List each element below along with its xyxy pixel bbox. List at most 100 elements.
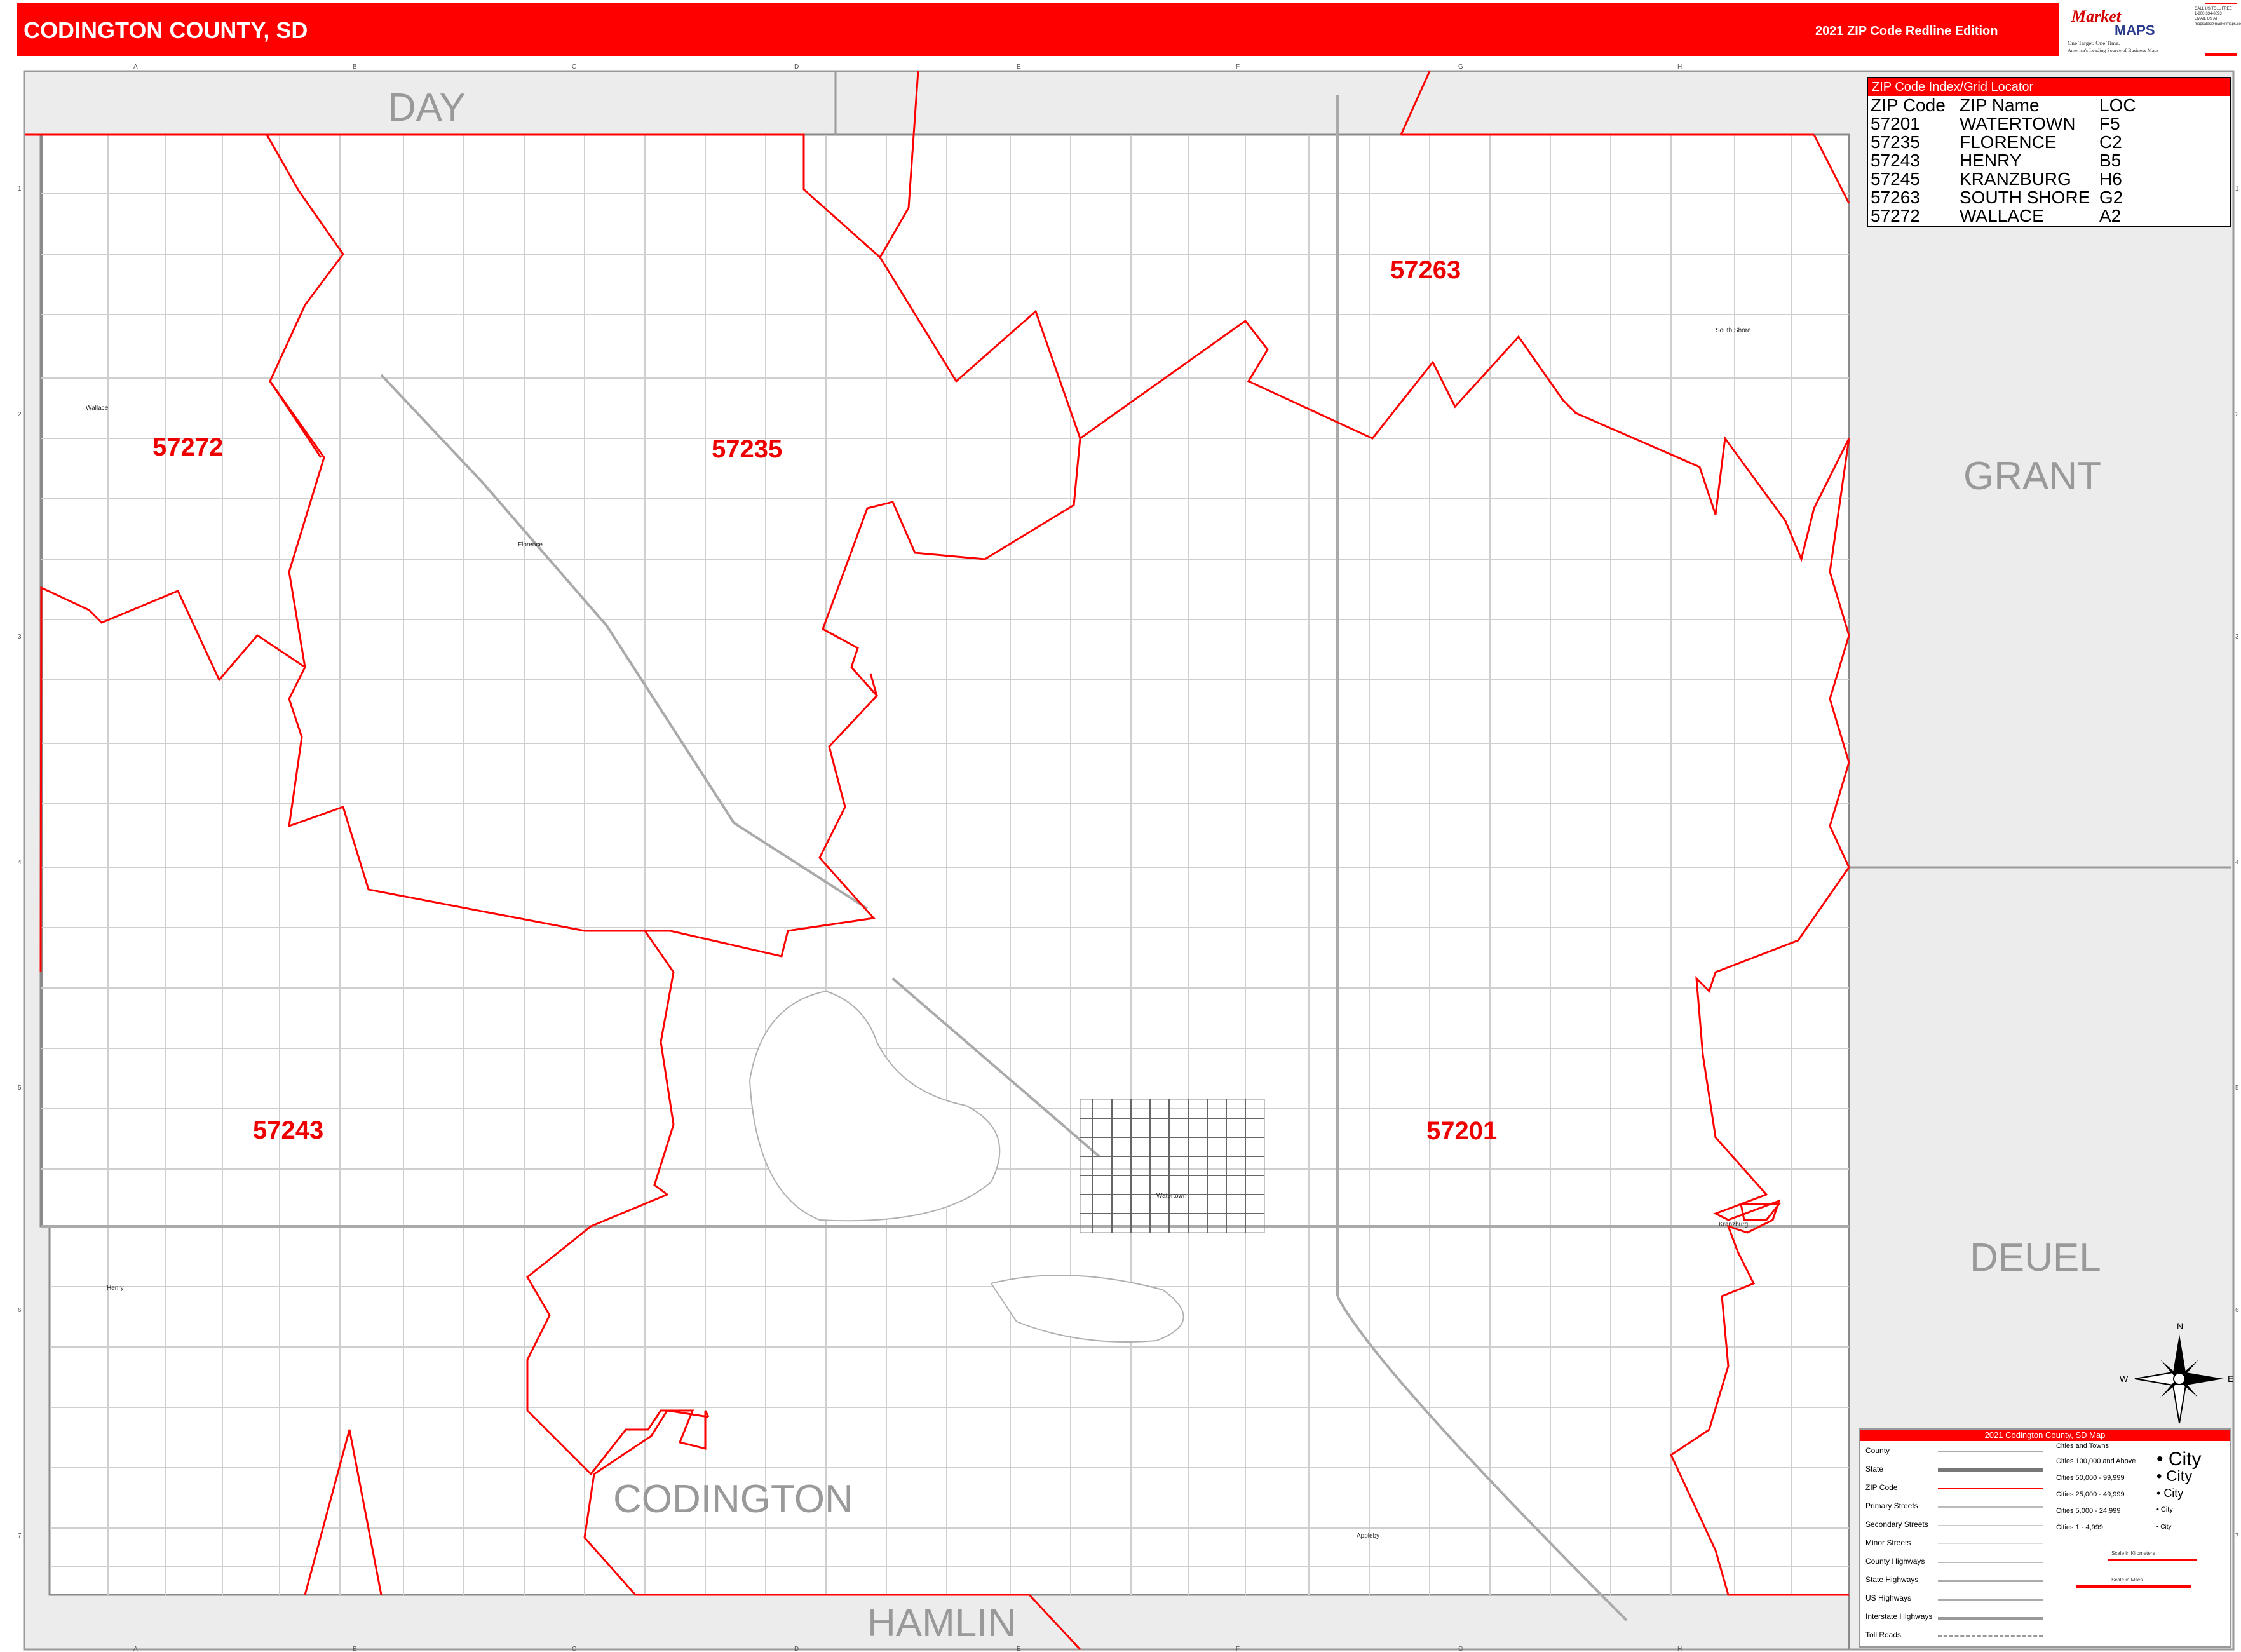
legend-line-toll bbox=[1938, 1635, 2043, 1637]
scale-mi-bar bbox=[2076, 1585, 2191, 1588]
zip-index-table: ZIP Code ZIP Name LOC 57201 WATERTOWN F5… bbox=[1871, 96, 2156, 225]
grid-row-label: 5 bbox=[2235, 1085, 2239, 1092]
zip-index-panel: ZIP Code Index/Grid Locator ZIP Code ZIP… bbox=[1867, 77, 2231, 227]
grid-col-label: F bbox=[1236, 64, 1240, 71]
grid-row-label: 5 bbox=[18, 1085, 22, 1092]
place-label-south-shore: South Shore bbox=[1716, 327, 1751, 334]
grid-col-label: E bbox=[1017, 64, 1021, 71]
place-label-henry: Henry bbox=[107, 1285, 124, 1292]
index-header-loc: LOC bbox=[2099, 95, 2136, 115]
legend-minor: Minor Streets bbox=[1865, 1538, 1911, 1547]
zip-label-57201: 57201 bbox=[1426, 1117, 1497, 1145]
svg-text:E: E bbox=[2228, 1374, 2233, 1384]
legend-line-county bbox=[1938, 1451, 2043, 1452]
legend-city-class: Cities 50,000 - 99,999 bbox=[2056, 1474, 2125, 1482]
grid-col-label: F bbox=[1236, 1646, 1240, 1652]
place-label-watertown: Watertown bbox=[1156, 1193, 1186, 1200]
legend-secondary: Secondary Streets bbox=[1865, 1520, 1928, 1529]
grid-row-label: 4 bbox=[2235, 859, 2239, 866]
legend-title: 2021 Codington County, SD Map bbox=[1860, 1430, 2230, 1441]
zip-index-row: 57201 WATERTOWN F5 bbox=[1871, 114, 2120, 133]
zip-index-title: ZIP Code Index/Grid Locator bbox=[1868, 78, 2230, 96]
grid-col-label: B bbox=[353, 64, 357, 71]
grid-row-label: 2 bbox=[2235, 411, 2239, 418]
legend-line-interstate bbox=[1938, 1617, 2043, 1620]
place-label-wallace: Wallace bbox=[86, 405, 109, 412]
zip-index-header-row: ZIP Code ZIP Name LOC bbox=[1871, 96, 2156, 114]
legend-line-zip bbox=[1938, 1488, 2043, 1489]
legend-primary: Primary Streets bbox=[1865, 1501, 1918, 1510]
zip-index-row: 57243 HENRY B5 bbox=[1871, 151, 2122, 170]
scale-km-bar bbox=[2108, 1559, 2197, 1561]
legend-city-sample: • City bbox=[2156, 1487, 2184, 1500]
grid-col-label: H bbox=[1677, 1646, 1682, 1652]
grid-row-label: 1 bbox=[18, 186, 22, 193]
legend-city-sample: • City bbox=[2156, 1449, 2202, 1470]
zip-label-57263: 57263 bbox=[1390, 256, 1461, 284]
grid-col-label: D bbox=[794, 1646, 799, 1652]
grid-col-label: G bbox=[1458, 64, 1463, 71]
grid-row-label: 6 bbox=[2235, 1307, 2239, 1314]
place-label-appleby: Appleby bbox=[1357, 1533, 1379, 1540]
county-label-deuel: DEUEL bbox=[1970, 1236, 2101, 1280]
legend-line-minor bbox=[1938, 1543, 2043, 1544]
county-label-day: DAY bbox=[388, 86, 466, 130]
legend-city-class: Cities 100,000 and Above bbox=[2056, 1458, 2136, 1465]
grid-col-label: A bbox=[133, 64, 138, 71]
county-label-grant: GRANT bbox=[1963, 454, 2101, 498]
grid-col-label: C bbox=[572, 64, 576, 71]
legend-us-hwy: US Highways bbox=[1865, 1594, 1912, 1602]
grid-row-label: 3 bbox=[2235, 633, 2239, 640]
grid-col-label: G bbox=[1458, 1646, 1463, 1652]
legend-line-county-hwy bbox=[1938, 1562, 2043, 1563]
grid-col-label: D bbox=[794, 64, 799, 71]
zip-index-row: 57272 WALLACE A2 bbox=[1871, 206, 2122, 226]
legend-county-hwy: County Highways bbox=[1865, 1557, 1925, 1566]
legend-toll: Toll Roads bbox=[1865, 1630, 1902, 1639]
legend-city-class: Cities 1 - 4,999 bbox=[2056, 1524, 2103, 1531]
place-label-florence: Florence bbox=[518, 541, 543, 548]
zip-index-row: 57245 KRANZBURG H6 bbox=[1871, 169, 2122, 189]
grid-row-label: 7 bbox=[18, 1533, 22, 1540]
legend-city-sample: • City bbox=[2156, 1468, 2193, 1485]
legend-line-state bbox=[1938, 1468, 2043, 1472]
legend-interstate: Interstate Highways bbox=[1865, 1612, 1933, 1621]
zip-index-row: 57235 FLORENCE C2 bbox=[1871, 132, 2122, 152]
grid-col-label: E bbox=[1017, 1646, 1021, 1652]
svg-text:N: N bbox=[2177, 1321, 2183, 1331]
svg-text:W: W bbox=[2120, 1374, 2129, 1384]
zip-label-57272: 57272 bbox=[152, 433, 223, 461]
scale-km-label: Scale in Kilometers bbox=[2111, 1550, 2155, 1556]
grid-col-label: C bbox=[572, 1646, 576, 1652]
zip-label-57243: 57243 bbox=[253, 1116, 323, 1144]
grid-col-label: B bbox=[353, 1646, 357, 1652]
legend-line-state-hwy bbox=[1938, 1580, 2043, 1582]
grid-row-label: 7 bbox=[2235, 1533, 2239, 1540]
grid-col-label: H bbox=[1677, 64, 1682, 71]
scale-mi-label: Scale in Miles bbox=[2111, 1577, 2143, 1583]
map-legend: 2021 Codington County, SD Map County Sta… bbox=[1859, 1428, 2231, 1648]
grid-row-label: 6 bbox=[18, 1307, 22, 1314]
index-header-name: ZIP Name bbox=[1960, 95, 2040, 115]
index-header-zip: ZIP Code bbox=[1871, 95, 1946, 115]
legend-city-sample: • City bbox=[2156, 1506, 2173, 1513]
zip-label-57235: 57235 bbox=[712, 435, 782, 463]
grid-col-label: A bbox=[133, 1646, 138, 1652]
legend-cities-title: Cities and Towns bbox=[2056, 1442, 2109, 1450]
county-area bbox=[25, 133, 1850, 1596]
legend-city-class: Cities 5,000 - 24,999 bbox=[2056, 1507, 2121, 1515]
legend-zip: ZIP Code bbox=[1865, 1483, 1898, 1492]
map-canvas[interactable]: A B C D E F G H A B C D E F G H 1 2 3 4 … bbox=[0, 0, 2241, 1652]
zip-index-row: 57263 SOUTH SHORE G2 bbox=[1871, 187, 2123, 207]
legend-county: County bbox=[1865, 1446, 1890, 1455]
legend-line-us-hwy bbox=[1938, 1599, 2043, 1601]
county-label-hamlin: HAMLIN bbox=[867, 1601, 1016, 1645]
legend-state-hwy: State Highways bbox=[1865, 1575, 1919, 1584]
legend-state: State bbox=[1865, 1465, 1884, 1473]
place-label-kranzburg: Kranzburg bbox=[1719, 1221, 1748, 1228]
legend-city-class: Cities 25,000 - 49,999 bbox=[2056, 1491, 2125, 1498]
grid-row-label: 2 bbox=[18, 411, 22, 418]
grid-row-label: 4 bbox=[18, 859, 22, 866]
legend-city-sample: • City bbox=[2156, 1524, 2172, 1531]
grid-row-label: 1 bbox=[2235, 186, 2239, 193]
